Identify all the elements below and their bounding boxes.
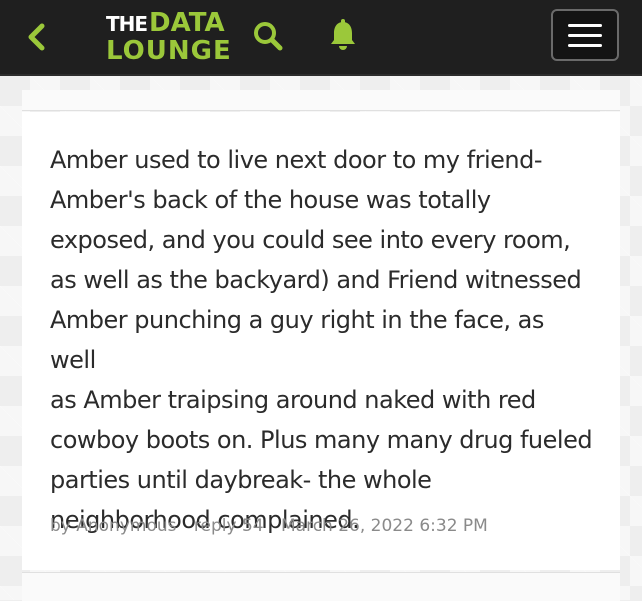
search-icon — [254, 22, 283, 51]
hamburger-menu-icon-line — [568, 43, 602, 47]
post-line: parties until daybreak- the whole — [50, 466, 432, 494]
post-line: exposed, and you could see into every ro… — [50, 226, 571, 254]
post-line: cowboy boots on. Plus many many drug fue… — [50, 426, 593, 454]
post-timestamp: March 26, 2022 6:32 PM — [281, 516, 488, 536]
notifications-button[interactable] — [326, 18, 360, 52]
bell-icon — [331, 19, 355, 50]
site-logo[interactable]: THEDATA LOUNGE — [106, 8, 231, 66]
search-button[interactable] — [252, 20, 284, 52]
post-line: as well as the backyard) and Friend witn… — [50, 266, 582, 294]
hamburger-menu-icon-line — [568, 23, 602, 27]
post-card: Amber used to live next door to my frien… — [22, 112, 620, 570]
post-line: as Amber traipsing around naked with red — [50, 386, 536, 414]
chevron-left-icon — [28, 23, 45, 51]
post-author[interactable]: by Anonymous — [50, 516, 177, 536]
post-line: Amber punching a guy right in the face, … — [50, 306, 544, 374]
post-line: Amber's back of the house was totally — [50, 186, 491, 214]
post-meta: by Anonymous reply 54 March 26, 2022 6:3… — [50, 516, 500, 536]
logo-line-top: THEDATA — [106, 10, 225, 36]
post-body: Amber used to live next door to my frien… — [50, 140, 596, 540]
logo-text-data: DATA — [149, 8, 225, 38]
top-navigation-bar: THEDATA LOUNGE — [0, 0, 642, 76]
hamburger-menu-icon-line — [568, 33, 602, 37]
logo-text-the: THE — [106, 12, 148, 36]
post-line: Amber used to live next door to my frien… — [50, 146, 542, 174]
next-post-card-edge — [22, 572, 620, 601]
previous-post-card-edge — [22, 90, 620, 111]
reply-link[interactable]: reply 54 — [194, 516, 264, 536]
back-button[interactable] — [20, 20, 54, 54]
logo-text-lounge: LOUNGE — [106, 36, 232, 66]
hamburger-menu-button[interactable] — [551, 9, 619, 61]
